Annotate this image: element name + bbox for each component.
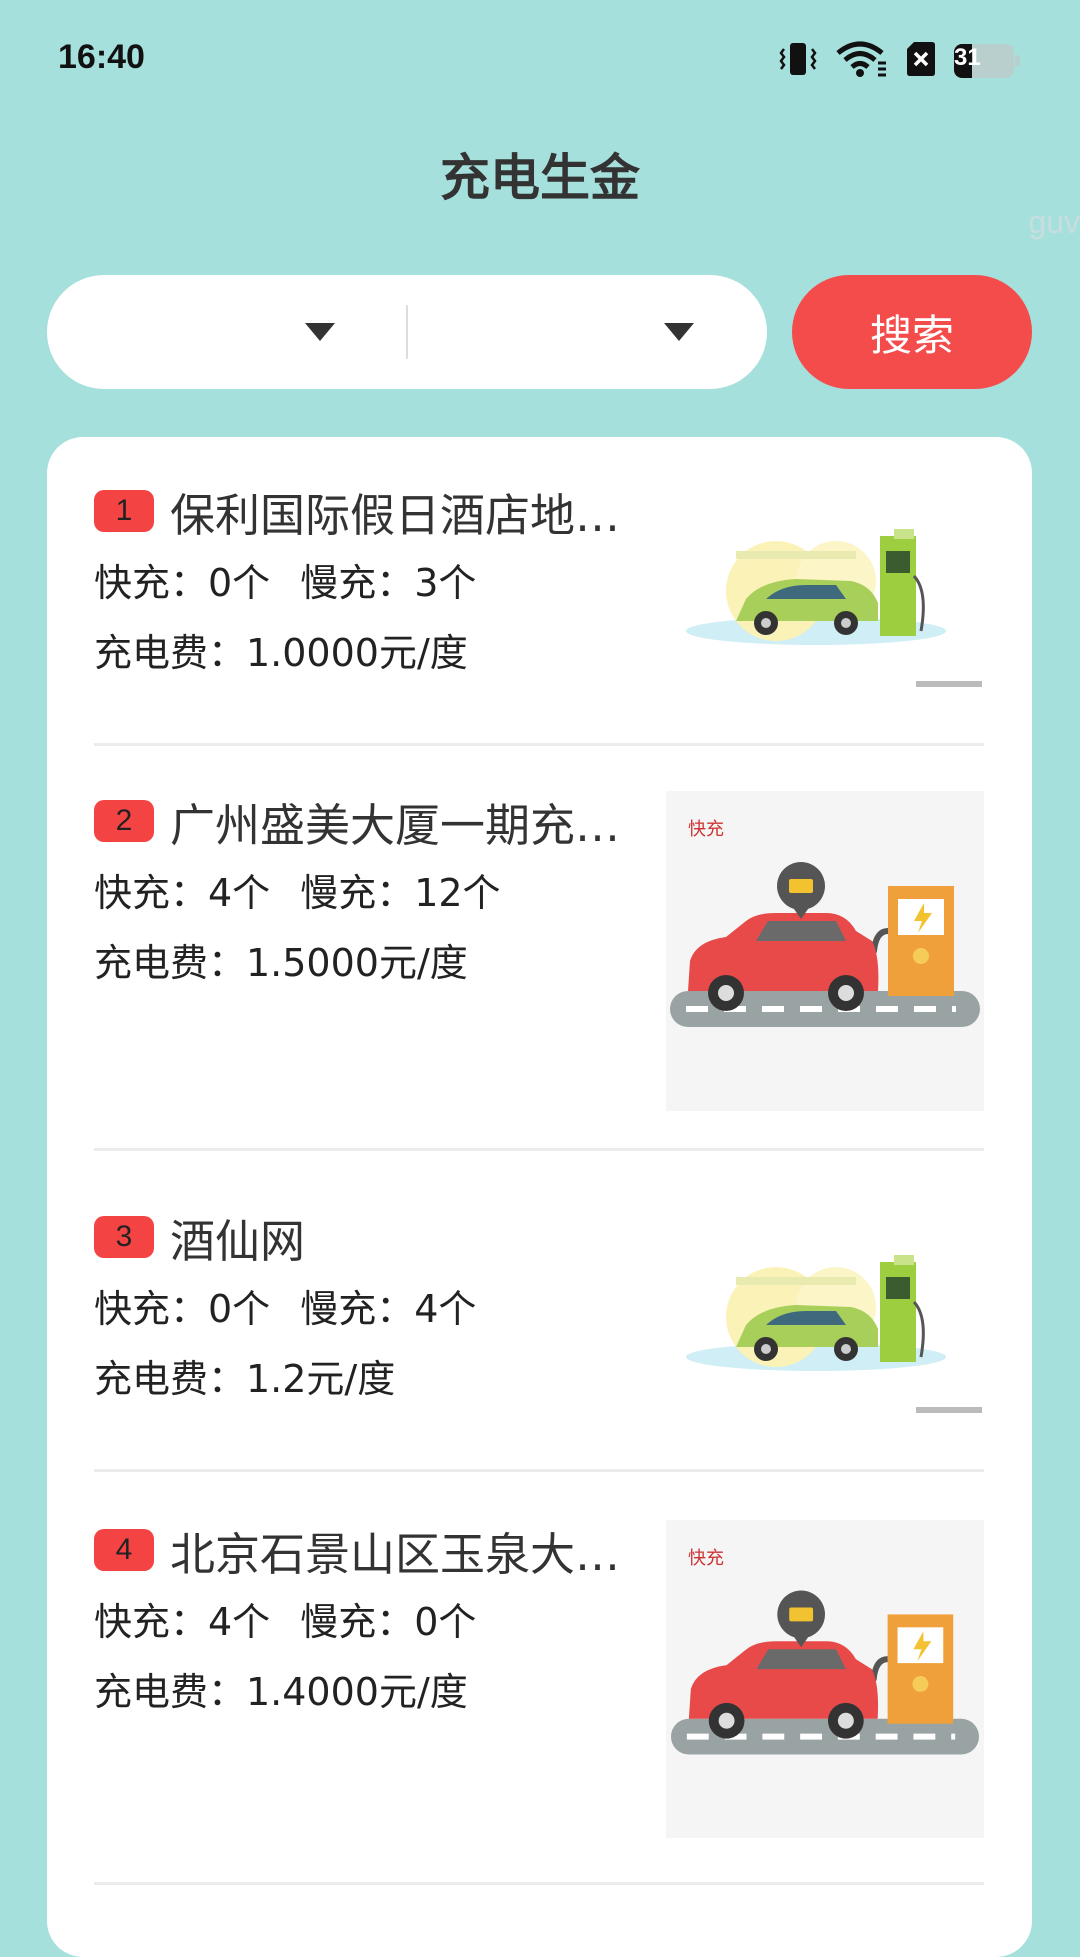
station-name-row: 4 北京石景山区玉泉大…	[94, 1520, 634, 1581]
station-image	[666, 481, 984, 701]
fast-charger-count: 快充：0个	[94, 561, 271, 605]
rank-badge: 3	[94, 1216, 154, 1258]
station-name: 北京石景山区玉泉大…	[170, 1527, 621, 1581]
station-item[interactable]: 1 保利国际假日酒店地… 快充：0个 慢充：3个 充电费：1.0000元/度	[94, 481, 984, 746]
charging-fee: 充电费：1.5000元/度	[94, 941, 468, 985]
charging-fee: 充电费：1.4000元/度	[94, 1670, 468, 1714]
charger-counts: 快充：0个 慢充：3个	[94, 553, 634, 613]
station-name-row: 2 广州盛美大厦一期充…	[94, 791, 634, 852]
charger-counts: 快充：0个 慢充：4个	[94, 1279, 634, 1339]
station-item[interactable]: 3 酒仙网 快充：0个 慢充：4个 充电费：1.2元/度	[94, 1207, 984, 1472]
search-button[interactable]: 搜索	[792, 275, 1032, 389]
charging-fee: 充电费：1.2元/度	[94, 1357, 396, 1401]
rank-badge: 4	[94, 1529, 154, 1571]
wifi-icon	[836, 41, 888, 81]
station-name: 广州盛美大厦一期充…	[170, 798, 621, 852]
filter-select-2[interactable]	[408, 275, 767, 389]
fast-charger-count: 快充：4个	[94, 871, 271, 915]
sim-off-icon	[906, 40, 936, 82]
charger-counts: 快充：4个 慢充：12个	[94, 863, 634, 923]
filter-select-1[interactable]	[47, 275, 406, 389]
station-image	[666, 1207, 984, 1427]
rank-badge: 1	[94, 490, 154, 532]
slow-charger-count: 慢充：0个	[300, 1600, 477, 1644]
caret-down-icon	[664, 323, 694, 341]
station-name-row: 3 酒仙网	[94, 1207, 634, 1268]
battery-level: 31	[954, 44, 981, 71]
charging-fee: 充电费：1.0000元/度	[94, 631, 468, 675]
filter-bar	[47, 275, 767, 389]
rank-badge: 2	[94, 800, 154, 842]
station-list: 1 保利国际假日酒店地… 快充：0个 慢充：3个 充电费：1.0000元/度 2…	[47, 437, 1032, 1957]
station-info: 3 酒仙网 快充：0个 慢充：4个 充电费：1.2元/度	[94, 1207, 634, 1409]
station-info: 1 保利国际假日酒店地… 快充：0个 慢充：3个 充电费：1.0000元/度	[94, 481, 634, 683]
status-bar: 16:40 31	[0, 0, 1080, 120]
fast-charger-count: 快充：4个	[94, 1600, 271, 1644]
station-item[interactable]: 2 广州盛美大厦一期充… 快充：4个 慢充：12个 充电费：1.5000元/度 快…	[94, 791, 984, 1151]
slow-charger-count: 慢充：3个	[300, 561, 477, 605]
charger-counts: 快充：4个 慢充：0个	[94, 1592, 634, 1652]
watermark-text: guv	[1028, 204, 1080, 240]
image-label: 快充	[688, 1548, 724, 1569]
status-time: 16:40	[58, 38, 145, 76]
station-name: 酒仙网	[170, 1214, 306, 1268]
page-title: 充电生金	[440, 149, 640, 207]
image-label: 快充	[688, 819, 724, 840]
station-image: 快充	[666, 1520, 984, 1838]
battery-icon: 31	[954, 44, 1020, 78]
slow-charger-count: 慢充：4个	[300, 1287, 477, 1331]
station-image: 快充	[666, 791, 984, 1111]
slow-charger-count: 慢充：12个	[300, 871, 501, 915]
station-name: 保利国际假日酒店地…	[170, 488, 621, 542]
status-icons: 31	[778, 40, 1020, 82]
station-item[interactable]: 4 北京石景山区玉泉大… 快充：4个 慢充：0个 充电费：1.4000元/度 快充	[94, 1520, 984, 1885]
caret-down-icon	[305, 323, 335, 341]
fast-charger-count: 快充：0个	[94, 1287, 271, 1331]
station-info: 4 北京石景山区玉泉大… 快充：4个 慢充：0个 充电费：1.4000元/度	[94, 1520, 634, 1722]
vibrate-icon	[778, 41, 818, 81]
station-info: 2 广州盛美大厦一期充… 快充：4个 慢充：12个 充电费：1.5000元/度	[94, 791, 634, 993]
station-name-row: 1 保利国际假日酒店地…	[94, 481, 634, 542]
